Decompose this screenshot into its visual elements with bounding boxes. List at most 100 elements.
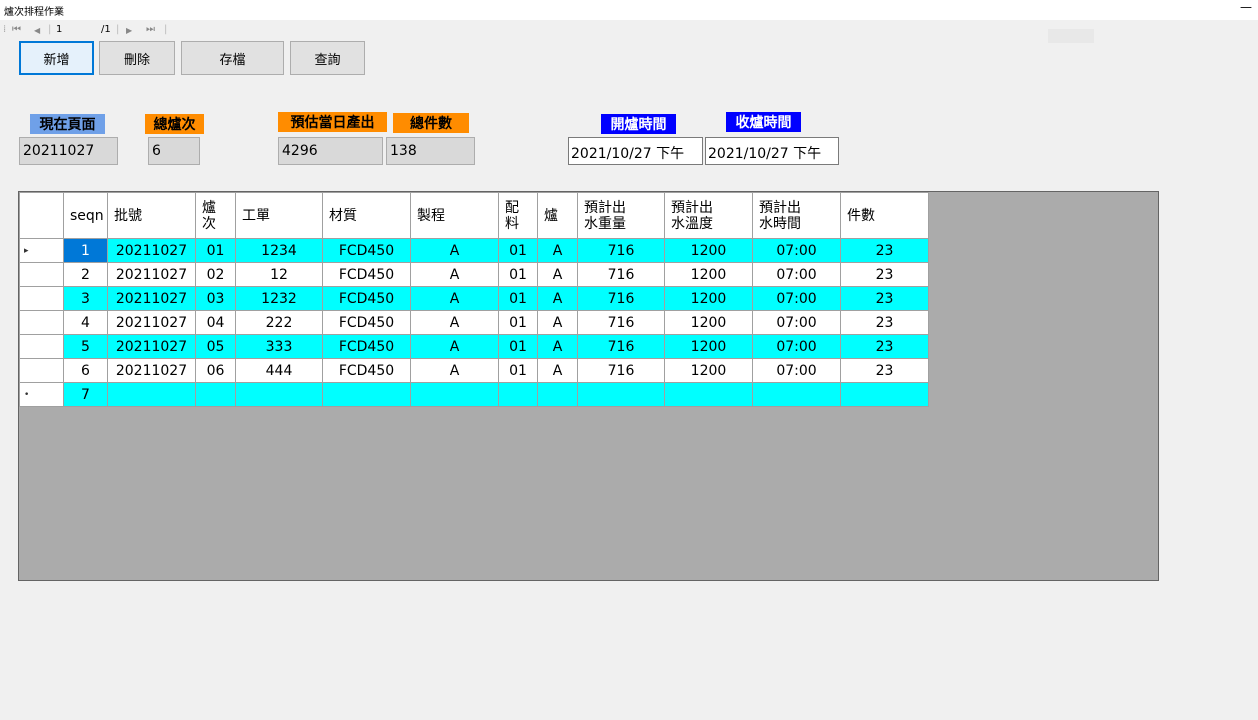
new-row[interactable]: • 7 <box>19 382 929 407</box>
move-next-icon[interactable]: ▶ <box>126 26 132 35</box>
cell-time[interactable]: 07:00 <box>752 286 841 311</box>
cell-batch[interactable]: 20211027 <box>107 334 196 359</box>
cell-seqn[interactable]: 1 <box>63 238 108 263</box>
minimize-button[interactable]: — <box>1240 0 1252 14</box>
cell-time[interactable]: 07:00 <box>752 310 841 335</box>
new-row-indicator[interactable]: • <box>19 382 64 407</box>
cell-pieces[interactable] <box>840 382 929 407</box>
cell-heat[interactable]: 02 <box>195 262 236 287</box>
cell-temp[interactable]: 1200 <box>664 286 753 311</box>
cell-process[interactable] <box>410 382 499 407</box>
cell-work-order[interactable]: 333 <box>235 334 323 359</box>
cell-batch[interactable]: 20211027 <box>107 286 196 311</box>
cell-material[interactable]: FCD450 <box>322 238 411 263</box>
table-row[interactable]: 4 20211027 04 222 FCD450 A 01 A 716 1200… <box>19 310 929 335</box>
column-header-pieces[interactable]: 件數 <box>840 192 929 239</box>
toolbar-grip[interactable]: ⁞ <box>3 24 6 35</box>
column-header-heat[interactable]: 爐次 <box>195 192 236 239</box>
cell-weight[interactable]: 716 <box>577 310 665 335</box>
cell-heat[interactable]: 01 <box>195 238 236 263</box>
cell-mix[interactable] <box>498 382 538 407</box>
schedule-grid[interactable]: seqn 批號 爐次 工單 材質 製程 配料 爐 預計出 水重量 預計出 水溫度 預… <box>18 191 1159 581</box>
cell-weight[interactable]: 716 <box>577 262 665 287</box>
cell-pieces[interactable]: 23 <box>840 334 929 359</box>
total-pieces-field[interactable]: 138 <box>386 137 475 165</box>
cell-weight[interactable]: 716 <box>577 334 665 359</box>
table-row[interactable]: 3 20211027 03 1232 FCD450 A 01 A 716 120… <box>19 286 929 311</box>
est-output-field[interactable]: 4296 <box>278 137 383 165</box>
cell-mix[interactable]: 01 <box>498 262 538 287</box>
cell-process[interactable]: A <box>410 310 499 335</box>
cell-mix[interactable]: 01 <box>498 358 538 383</box>
cell-furnace[interactable] <box>537 382 578 407</box>
row-header[interactable] <box>19 358 64 383</box>
column-header-mix[interactable]: 配料 <box>498 192 538 239</box>
cell-batch[interactable]: 20211027 <box>107 310 196 335</box>
cell-temp[interactable]: 1200 <box>664 262 753 287</box>
move-previous-icon[interactable]: ◀ <box>34 26 40 35</box>
cell-batch[interactable]: 20211027 <box>107 262 196 287</box>
cell-work-order[interactable]: 12 <box>235 262 323 287</box>
cell-work-order[interactable]: 1234 <box>235 238 323 263</box>
corner-header[interactable] <box>19 192 64 239</box>
cell-mix[interactable]: 01 <box>498 238 538 263</box>
table-row[interactable]: 5 20211027 05 333 FCD450 A 01 A 716 1200… <box>19 334 929 359</box>
row-header[interactable] <box>19 310 64 335</box>
cell-material[interactable]: FCD450 <box>322 334 411 359</box>
cell-work-order[interactable]: 222 <box>235 310 323 335</box>
cell-furnace[interactable]: A <box>537 358 578 383</box>
column-header-time[interactable]: 預計出 水時間 <box>752 192 841 239</box>
cell-pieces[interactable]: 23 <box>840 262 929 287</box>
cell-heat[interactable]: 04 <box>195 310 236 335</box>
cell-mix[interactable]: 01 <box>498 310 538 335</box>
delete-button[interactable]: 刪除 <box>99 41 175 75</box>
column-header-seqn[interactable]: seqn <box>63 192 108 239</box>
cell-temp[interactable]: 1200 <box>664 334 753 359</box>
cell-temp[interactable]: 1200 <box>664 358 753 383</box>
cell-heat[interactable]: 03 <box>195 286 236 311</box>
save-button[interactable]: 存檔 <box>181 41 284 75</box>
cell-furnace[interactable]: A <box>537 310 578 335</box>
cell-furnace[interactable]: A <box>537 286 578 311</box>
cell-batch[interactable]: 20211027 <box>107 238 196 263</box>
move-last-icon[interactable]: ⏭ <box>146 24 155 35</box>
cell-pieces[interactable]: 23 <box>840 358 929 383</box>
column-header-temp[interactable]: 預計出 水溫度 <box>664 192 753 239</box>
cell-heat[interactable] <box>195 382 236 407</box>
cell-material[interactable]: FCD450 <box>322 310 411 335</box>
cell-process[interactable]: A <box>410 334 499 359</box>
cell-seqn[interactable]: 4 <box>63 310 108 335</box>
move-first-icon[interactable]: ⏮ <box>12 24 21 35</box>
table-row[interactable]: ▸ 1 20211027 01 1234 FCD450 A 01 A 716 1… <box>19 238 929 263</box>
table-row[interactable]: 6 20211027 06 444 FCD450 A 01 A 716 1200… <box>19 358 929 383</box>
row-header[interactable] <box>19 286 64 311</box>
position-input[interactable]: 1 <box>56 24 62 35</box>
cell-furnace[interactable]: A <box>537 238 578 263</box>
cell-process[interactable]: A <box>410 262 499 287</box>
row-header[interactable] <box>19 334 64 359</box>
query-button[interactable]: 查詢 <box>290 41 365 75</box>
cell-work-order[interactable]: 444 <box>235 358 323 383</box>
cell-seqn[interactable]: 3 <box>63 286 108 311</box>
cell-heat[interactable]: 06 <box>195 358 236 383</box>
row-header[interactable] <box>19 262 64 287</box>
column-header-material[interactable]: 材質 <box>322 192 411 239</box>
cell-pieces[interactable]: 23 <box>840 238 929 263</box>
column-header-furnace[interactable]: 爐 <box>537 192 578 239</box>
cell-material[interactable]: FCD450 <box>322 262 411 287</box>
cell-seqn[interactable]: 2 <box>63 262 108 287</box>
cell-temp[interactable]: 1200 <box>664 238 753 263</box>
cell-process[interactable]: A <box>410 286 499 311</box>
cell-heat[interactable]: 05 <box>195 334 236 359</box>
cell-furnace[interactable]: A <box>537 262 578 287</box>
cell-process[interactable]: A <box>410 358 499 383</box>
cell-pieces[interactable]: 23 <box>840 310 929 335</box>
cell-material[interactable]: FCD450 <box>322 286 411 311</box>
add-button[interactable]: 新增 <box>19 41 94 75</box>
column-header-process[interactable]: 製程 <box>410 192 499 239</box>
cell-seqn[interactable]: 6 <box>63 358 108 383</box>
column-header-work-order[interactable]: 工單 <box>235 192 323 239</box>
cell-process[interactable]: A <box>410 238 499 263</box>
cell-mix[interactable]: 01 <box>498 334 538 359</box>
cell-material[interactable]: FCD450 <box>322 358 411 383</box>
